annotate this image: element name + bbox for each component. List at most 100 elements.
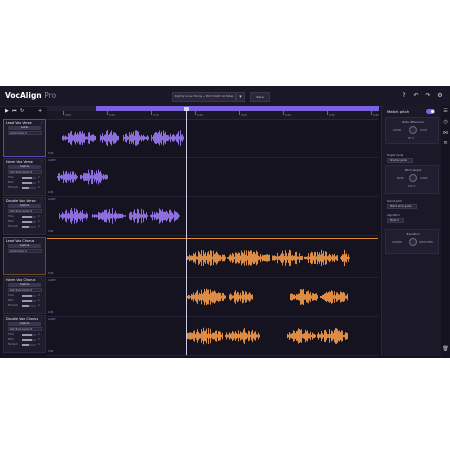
- loop-icon[interactable]: ↻: [20, 109, 24, 114]
- trash-icon[interactable]: 🗑: [442, 346, 449, 353]
- scale-select[interactable]: Dub Track Guide: B: [8, 327, 42, 331]
- target-mode-dropdown[interactable]: Shadow guide: [387, 158, 413, 163]
- play-icon[interactable]: ▶: [5, 109, 9, 114]
- pitch-param[interactable]: Pitch 0: [8, 338, 44, 342]
- waveform-lane[interactable]: GUIDE DUB: [47, 278, 378, 317]
- waveform-sample: [268, 255, 269, 261]
- preset-menu-icon[interactable]: ▾: [236, 92, 245, 102]
- role-button[interactable]: Capture: [8, 322, 41, 326]
- waveform-sample: [220, 331, 221, 341]
- pitch-param[interactable]: Pitch 0: [8, 220, 44, 224]
- undo-icon[interactable]: ↶: [412, 92, 420, 100]
- tuning-icon[interactable]: ⋈: [442, 130, 449, 137]
- role-button[interactable]: Capture: [8, 165, 41, 169]
- redo-icon[interactable]: ↷: [424, 92, 432, 100]
- pitch-target-knob[interactable]: [409, 174, 417, 182]
- track-panel-harm-chorus[interactable]: Harm Vox Chorus ⋮ Capture Dub Track Guid…: [3, 276, 46, 314]
- waveform-sample: [104, 134, 105, 142]
- scale-select[interactable]: Dub Track Guide: B: [8, 288, 42, 292]
- scale-select[interactable]: Guide Scale: 0: [8, 249, 42, 253]
- waveform-lane[interactable]: DUB: [47, 239, 378, 278]
- note-difference-knob[interactable]: [409, 126, 417, 134]
- waveform-sample: [193, 253, 194, 263]
- add-track-icon[interactable]: +: [38, 109, 42, 114]
- help-icon[interactable]: ?: [400, 92, 408, 100]
- formant-param[interactable]: Formant 0: [8, 186, 44, 190]
- waveform-sample: [299, 293, 300, 301]
- track-menu-icon[interactable]: ⋮: [40, 199, 43, 203]
- waveform-sample: [287, 256, 288, 260]
- waveform-lane[interactable]: DUB: [47, 119, 378, 158]
- role-button[interactable]: Guide: [8, 126, 41, 130]
- waveform-sample: [93, 175, 94, 179]
- waveform-lane[interactable]: GUIDE DUB: [47, 317, 378, 356]
- playhead[interactable]: [186, 108, 187, 355]
- waveform-sample: [65, 135, 66, 141]
- time-param[interactable]: Time 0: [8, 294, 44, 298]
- role-button[interactable]: Capture: [8, 244, 41, 248]
- waveform-sample: [173, 214, 174, 218]
- waveform-sample: [165, 211, 166, 220]
- track-panel-lead-chorus[interactable]: Lead Vox Chorus ⋮ Capture Guide Scale: 0: [3, 237, 46, 275]
- track-name: Lead Vox Verse: [6, 121, 32, 125]
- track-panel-double-chorus[interactable]: Double Vox Chorus ⋮ Capture Dub Track Gu…: [3, 315, 46, 353]
- preset-selector[interactable]: Slightly Loose Timing + Pitch Match All …: [172, 92, 236, 102]
- transition-knob[interactable]: [409, 238, 417, 246]
- track-menu-icon[interactable]: ⋮: [40, 278, 43, 282]
- waveform-sample: [295, 252, 296, 264]
- save-button[interactable]: Save: [250, 92, 270, 102]
- track-menu-icon[interactable]: ⋮: [40, 317, 43, 321]
- waveform-sample: [143, 134, 144, 142]
- waveform-sample: [336, 255, 337, 261]
- waveform-sample: [158, 132, 159, 144]
- role-button[interactable]: Capture: [8, 204, 41, 208]
- formant-param[interactable]: Formant 0: [8, 343, 44, 347]
- time-param[interactable]: Time 0: [8, 215, 44, 219]
- rewind-icon[interactable]: ⏮: [12, 109, 17, 114]
- role-button[interactable]: Capture: [8, 283, 41, 287]
- waveform-sample: [224, 254, 225, 262]
- match-pitch-toggle[interactable]: [426, 109, 435, 114]
- waveform-sample: [221, 256, 222, 260]
- scale-select[interactable]: Dub Track Guide: B: [8, 209, 42, 213]
- waveform-sample: [311, 251, 312, 265]
- smart-pitch-dropdown[interactable]: Match all to guide: [387, 204, 417, 209]
- waveform-sample: [296, 251, 297, 265]
- waveform-sample: [94, 135, 95, 141]
- scale-select[interactable]: Dub Track Guide: B: [8, 170, 42, 174]
- algorithm-dropdown[interactable]: Mode 2: [387, 218, 404, 223]
- waveform-sample: [305, 329, 306, 343]
- scale-select[interactable]: Guide Scale: 0: [8, 131, 42, 135]
- waveform-sample: [80, 131, 81, 145]
- waveform-sample: [342, 330, 343, 342]
- waveform-lane[interactable]: GUIDE DUB: [47, 197, 378, 236]
- time-param[interactable]: Time 0: [8, 333, 44, 337]
- waveform-sample: [65, 172, 66, 182]
- track-menu-icon[interactable]: ⋮: [40, 239, 43, 243]
- track-panel-harm-verse[interactable]: Harm Vox Verse ⋮ Capture Dub Track Guide…: [3, 158, 46, 196]
- playhead-handle[interactable]: [184, 107, 189, 111]
- waveform-sample: [208, 328, 209, 344]
- track-panel-double-verse[interactable]: Double Vox Verse ⋮ Capture Dub Track Gui…: [3, 197, 46, 235]
- track-panel-lead-verse[interactable]: Lead Vox Verse ⋮ Guide Guide Scale: 0: [3, 119, 46, 157]
- waveform-sample: [181, 135, 182, 141]
- waveform-sample: [335, 256, 336, 260]
- waveform-sample: [105, 174, 106, 180]
- waveform-lane[interactable]: GUIDE DUB: [47, 158, 378, 197]
- waveform-sample: [131, 211, 132, 221]
- waveform-sample: [113, 214, 114, 218]
- clock-icon[interactable]: ◷: [442, 119, 449, 126]
- track-menu-icon[interactable]: ⋮: [40, 121, 43, 125]
- formant-param[interactable]: Formant 0: [8, 304, 44, 308]
- waveform-sample: [80, 174, 81, 180]
- pitch-param[interactable]: Pitch 0: [8, 181, 44, 185]
- track-menu-icon[interactable]: ⋮: [40, 160, 43, 164]
- waveform-sample: [298, 328, 299, 344]
- sliders-icon[interactable]: ≡: [442, 140, 449, 147]
- waveform-sample: [69, 213, 70, 219]
- pitch-param[interactable]: Pitch 0: [8, 299, 44, 303]
- settings-icon[interactable]: ⚙: [436, 92, 444, 100]
- time-param[interactable]: Time 0: [8, 176, 44, 180]
- formant-param[interactable]: Formant 0: [8, 225, 44, 229]
- list-icon[interactable]: ☰: [442, 108, 449, 115]
